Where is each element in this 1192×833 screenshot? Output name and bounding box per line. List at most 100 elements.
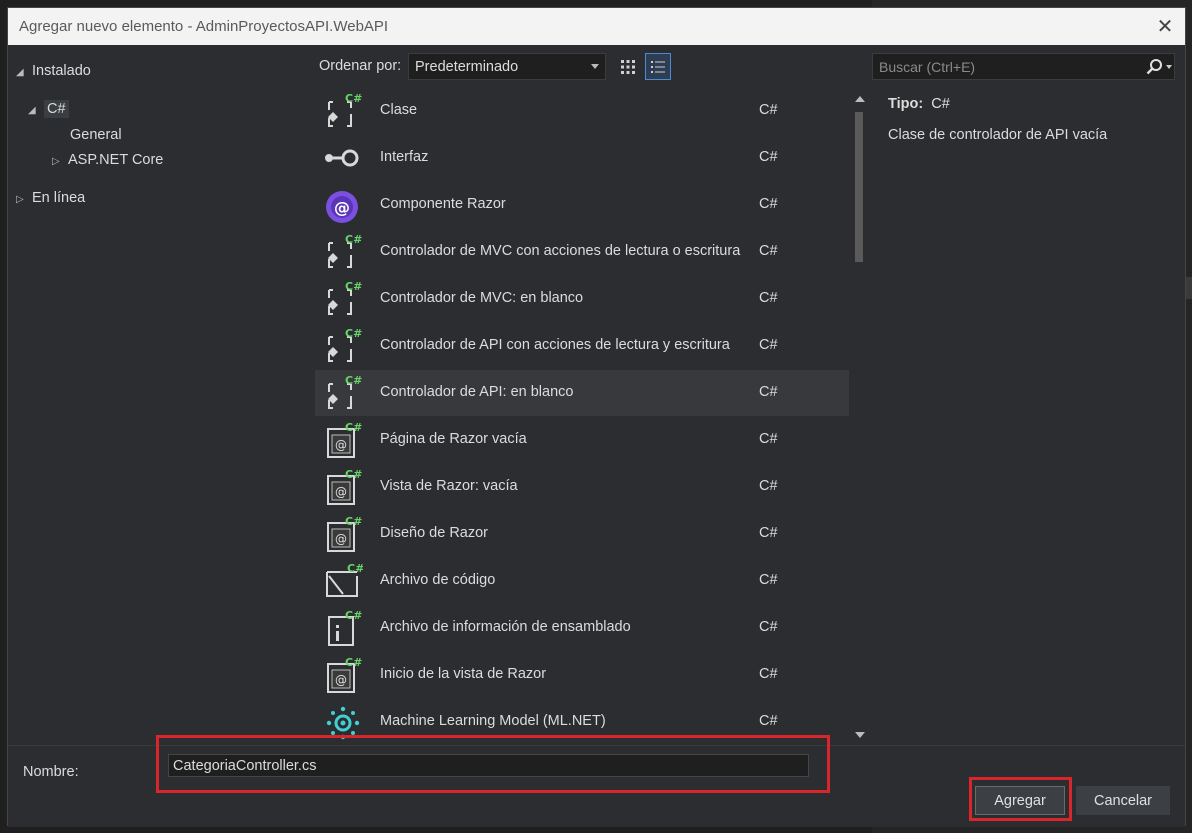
grid-view-icon xyxy=(621,59,635,74)
template-language: C# xyxy=(759,478,778,494)
tree-item-label: ASP.NET Core xyxy=(68,152,164,168)
template-list-item[interactable]: @ C# Página de Razor vacía C# xyxy=(315,417,849,463)
template-name: Página de Razor vacía xyxy=(380,431,527,447)
template-name: Interfaz xyxy=(380,149,429,165)
title-bar: Agregar nuevo elemento - AdminProyectosA… xyxy=(8,8,1185,45)
list-view-button[interactable] xyxy=(645,53,671,80)
assembly-info-icon: C# xyxy=(323,609,363,647)
template-list-item[interactable]: Interfaz C# xyxy=(315,135,849,181)
scroll-down-icon[interactable] xyxy=(855,732,865,738)
type-line: Tipo: C# xyxy=(888,96,950,112)
template-name: Vista de Razor: vacía xyxy=(380,478,518,494)
template-name: Archivo de código xyxy=(380,572,496,588)
search-input[interactable] xyxy=(873,54,1138,79)
search-options-chevron-icon[interactable] xyxy=(1166,65,1172,69)
chevron-down-icon xyxy=(591,64,599,69)
collapse-arrow-icon: ◢ xyxy=(28,105,36,116)
svg-text:C#: C# xyxy=(345,233,362,246)
template-list: C# Clase C# Interfaz C# @ Componente Razor C# C#… xyxy=(315,88,849,741)
razor-page-icon: @ C# xyxy=(323,656,363,694)
code-file-icon: C# xyxy=(323,562,364,600)
controller-icon: C# xyxy=(323,233,363,271)
controller-icon: C# xyxy=(323,374,363,412)
svg-text:C#: C# xyxy=(345,468,362,481)
template-list-item[interactable]: @ Componente Razor C# xyxy=(315,182,849,228)
class-icon: C# xyxy=(323,92,363,130)
tree-item-aspnet-core[interactable]: ▷ ASP.NET Core xyxy=(52,152,163,168)
name-input[interactable] xyxy=(168,754,809,777)
template-name: Controlador de MVC con acciones de lectu… xyxy=(380,243,741,259)
template-name: Controlador de MVC: en blanco xyxy=(380,290,584,306)
sort-value: Predeterminado xyxy=(415,59,519,75)
cancel-button[interactable]: Cancelar xyxy=(1076,786,1170,815)
svg-text:C#: C# xyxy=(345,327,362,340)
razor-component-icon: @ xyxy=(323,186,363,224)
close-button[interactable]: ✕ xyxy=(1145,8,1185,45)
controller-icon: C# xyxy=(323,327,363,365)
ml-model-icon xyxy=(323,703,363,741)
type-label: Tipo: xyxy=(888,96,924,112)
template-name: Clase xyxy=(380,102,418,118)
template-language: C# xyxy=(759,196,778,212)
template-list-item[interactable]: C# Controlador de MVC: en blanco C# xyxy=(315,276,849,322)
add-button[interactable]: Agregar xyxy=(975,786,1065,815)
template-name: Archivo de información de ensamblado xyxy=(380,619,631,635)
list-view-icon xyxy=(651,60,665,73)
template-name: Inicio de la vista de Razor xyxy=(380,666,547,682)
template-name: Componente Razor xyxy=(380,196,506,212)
tree-item-csharp[interactable]: ◢ C# xyxy=(28,100,69,118)
template-language: C# xyxy=(759,149,778,165)
grid-view-button[interactable] xyxy=(615,53,641,80)
template-name: Controlador de API con acciones de lectu… xyxy=(380,337,730,353)
svg-text:C#: C# xyxy=(347,562,363,575)
svg-text:@: @ xyxy=(335,485,347,499)
sort-dropdown[interactable]: Predeterminado xyxy=(408,53,606,80)
scroll-up-icon[interactable] xyxy=(855,96,865,102)
template-list-item[interactable]: C# Archivo de información de ensamblado C# xyxy=(315,605,849,651)
tree-item-label: Instalado xyxy=(32,63,91,79)
template-name: Diseño de Razor xyxy=(380,525,488,541)
razor-page-icon: @ C# xyxy=(323,515,363,553)
add-new-item-dialog: Agregar nuevo elemento - AdminProyectosA… xyxy=(7,7,1186,827)
svg-text:C#: C# xyxy=(345,92,362,105)
template-list-item[interactable]: @ C# Inicio de la vista de Razor C# xyxy=(315,652,849,698)
svg-text:@: @ xyxy=(335,438,347,452)
razor-page-icon: @ C# xyxy=(323,421,363,459)
tree-item-label: C# xyxy=(44,100,69,118)
category-tree: ◢ Instalado ◢ C# General ▷ ASP.NET Core ▷ En… xyxy=(8,45,308,745)
tree-item-label: General xyxy=(70,127,122,143)
template-language: C# xyxy=(759,572,778,588)
collapse-arrow-icon: ◢ xyxy=(16,67,24,78)
template-list-item[interactable]: @ C# Vista de Razor: vacía C# xyxy=(315,464,849,510)
type-value: C# xyxy=(931,96,950,112)
search-box xyxy=(872,53,1175,80)
template-language: C# xyxy=(759,525,778,541)
scroll-thumb[interactable] xyxy=(855,112,863,262)
template-list-item[interactable]: C# Controlador de MVC con acciones de lec… xyxy=(315,229,849,275)
tree-item-online[interactable]: ▷ En línea xyxy=(16,190,85,206)
template-list-item[interactable]: C# Archivo de código C# xyxy=(315,558,849,604)
expand-arrow-icon: ▷ xyxy=(16,194,24,205)
template-language: C# xyxy=(759,290,778,306)
dialog-title: Agregar nuevo elemento - AdminProyectosA… xyxy=(19,18,389,35)
template-list-item[interactable]: Machine Learning Model (ML.NET) C# xyxy=(315,699,849,741)
svg-text:C#: C# xyxy=(345,374,362,387)
template-language: C# xyxy=(759,102,778,118)
svg-text:C#: C# xyxy=(345,421,362,434)
tree-item-general[interactable]: General xyxy=(70,127,122,143)
template-list-item[interactable]: C# Controlador de API con acciones de lec… xyxy=(315,323,849,369)
template-name: Controlador de API: en blanco xyxy=(380,384,574,400)
search-icon[interactable] xyxy=(1145,58,1165,76)
template-language: C# xyxy=(759,713,778,729)
svg-text:@: @ xyxy=(334,198,350,217)
template-language: C# xyxy=(759,619,778,635)
svg-text:C#: C# xyxy=(345,515,362,528)
list-scrollbar[interactable] xyxy=(851,92,869,740)
name-label: Nombre: xyxy=(23,764,79,780)
tree-item-label: En línea xyxy=(32,190,86,206)
tree-item-installed[interactable]: ◢ Instalado xyxy=(16,63,91,79)
template-list-item[interactable]: C# Controlador de API: en blanco C# xyxy=(315,370,849,416)
template-list-item[interactable]: C# Clase C# xyxy=(315,88,849,134)
template-language: C# xyxy=(759,666,778,682)
template-list-item[interactable]: @ C# Diseño de Razor C# xyxy=(315,511,849,557)
